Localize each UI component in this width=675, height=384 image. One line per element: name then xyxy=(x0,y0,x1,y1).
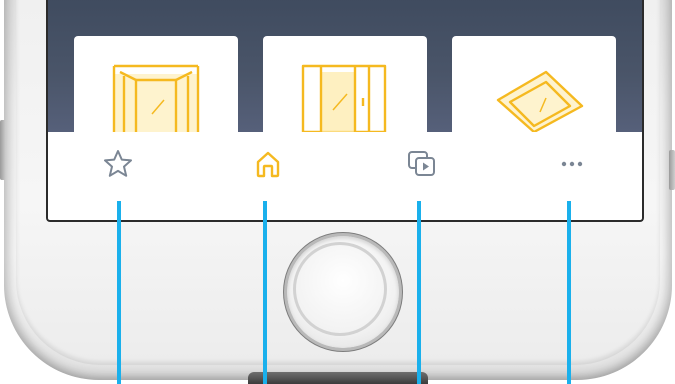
door-frame-icon xyxy=(112,64,200,132)
callout-line-media xyxy=(417,201,421,384)
bottom-edge xyxy=(248,372,428,384)
home-button-ring xyxy=(293,242,387,336)
tab-home[interactable] xyxy=(228,132,308,194)
home-button[interactable] xyxy=(287,236,399,348)
tilted-window-icon xyxy=(496,70,584,132)
tab-more[interactable] xyxy=(532,132,612,194)
home-icon xyxy=(256,151,280,178)
sliding-door-icon xyxy=(301,64,387,132)
media-library-icon xyxy=(408,151,435,176)
tab-favorites[interactable] xyxy=(78,132,158,194)
callout-line-more xyxy=(567,201,571,384)
tab-media[interactable] xyxy=(382,132,462,194)
side-button-left xyxy=(0,120,6,180)
tab-bar xyxy=(48,132,642,218)
category-card-doors[interactable] xyxy=(74,36,238,132)
side-button-right xyxy=(669,150,675,190)
callout-line-home xyxy=(263,201,267,384)
category-card-windows[interactable] xyxy=(452,36,616,132)
star-icon xyxy=(104,150,132,177)
category-card-sliding-doors[interactable] xyxy=(263,36,427,132)
more-icon xyxy=(561,161,583,167)
phone-screenshot xyxy=(0,0,675,384)
app-screen xyxy=(46,0,644,222)
callout-line-favorites xyxy=(117,201,121,384)
